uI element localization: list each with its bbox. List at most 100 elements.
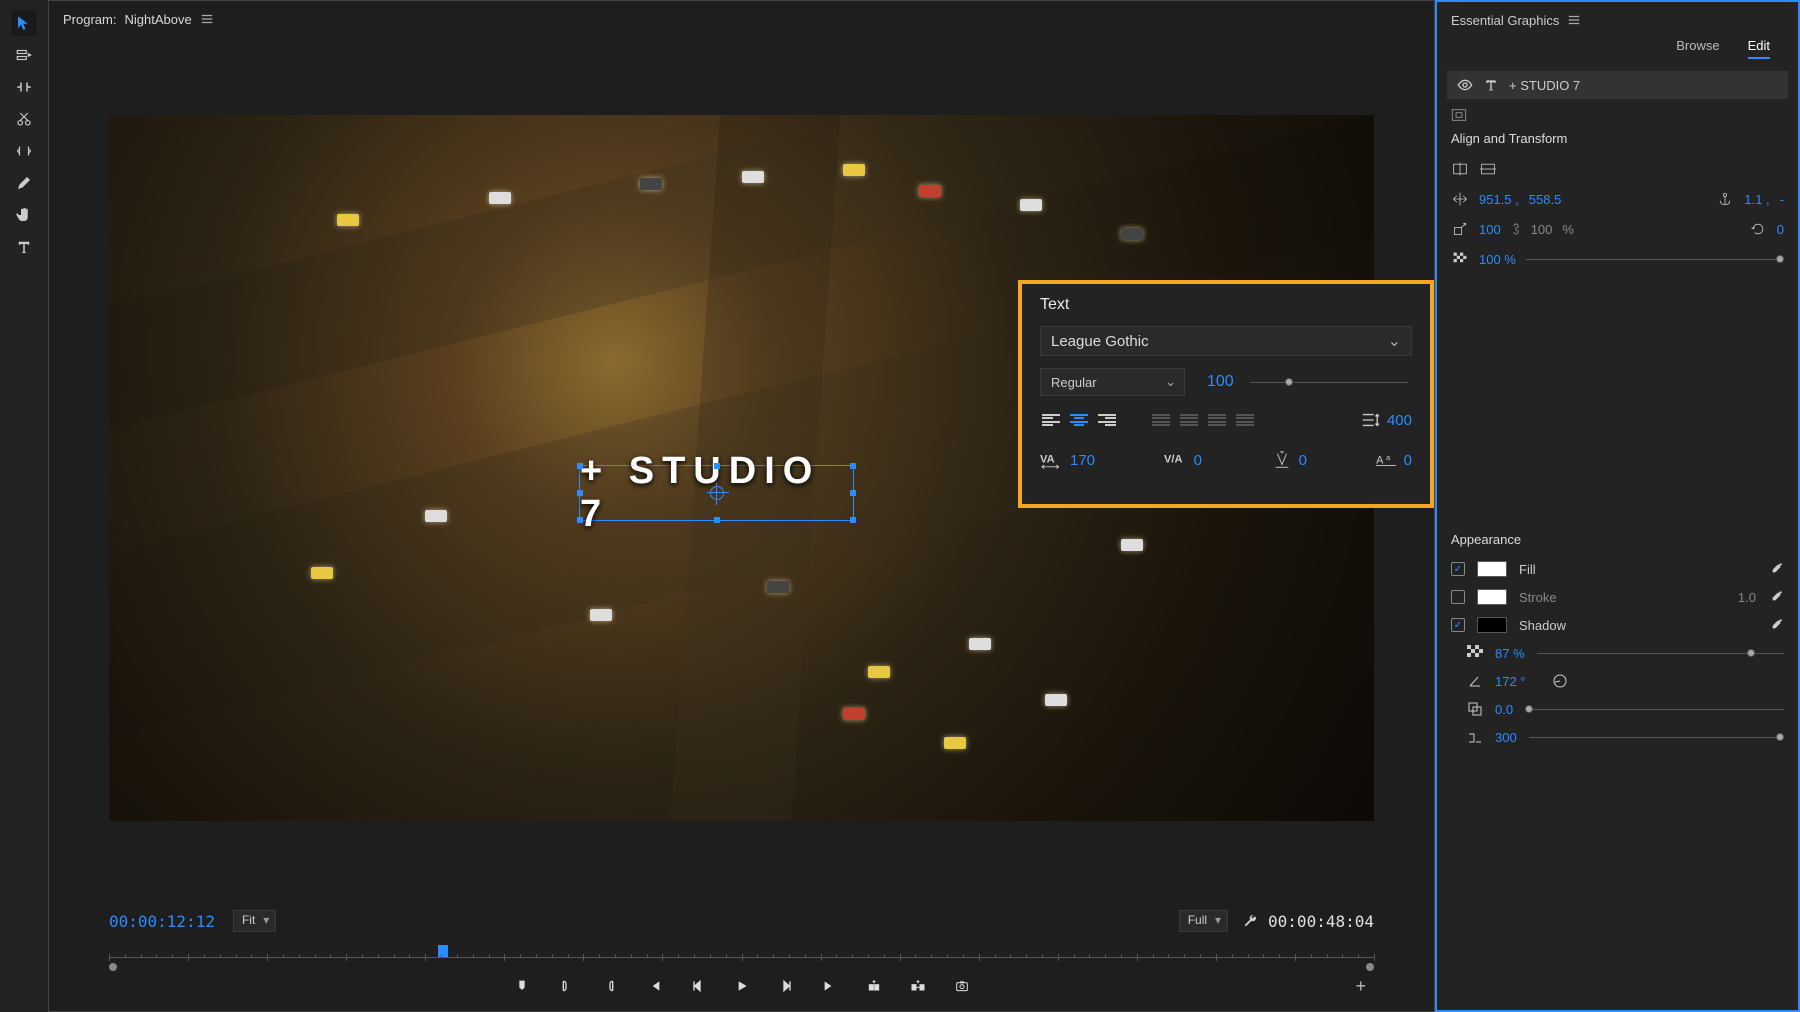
- go-to-in-button[interactable]: [645, 977, 663, 995]
- align-center-button[interactable]: [1068, 410, 1090, 430]
- align-left-button[interactable]: [1040, 410, 1062, 430]
- shadow-opacity[interactable]: 87 %: [1495, 646, 1525, 661]
- angle-dial-icon[interactable]: [1552, 673, 1568, 689]
- opacity-value[interactable]: 100 %: [1479, 252, 1516, 267]
- position-icon: [1451, 190, 1469, 208]
- eyedropper-icon[interactable]: [1768, 589, 1784, 605]
- essential-graphics-panel: Essential Graphics Browse Edit + STUDIO …: [1435, 0, 1800, 1012]
- link-icon[interactable]: [1511, 222, 1521, 236]
- add-marker-button[interactable]: [513, 977, 531, 995]
- time-ruler[interactable]: [109, 945, 1374, 967]
- rotation-value[interactable]: 0: [1777, 222, 1784, 237]
- panel-menu-icon[interactable]: [1567, 13, 1581, 27]
- position-y[interactable]: 558.5: [1529, 192, 1562, 207]
- opacity-icon: [1467, 645, 1483, 661]
- align-horiz-icon[interactable]: [1451, 160, 1469, 178]
- slip-tool[interactable]: [11, 138, 37, 164]
- valign-justify-button[interactable]: [1234, 410, 1256, 430]
- scale-x[interactable]: 100: [1479, 222, 1501, 237]
- scale-icon: [1451, 220, 1469, 238]
- baseline-icon: Aa: [1376, 450, 1398, 470]
- tracking-value[interactable]: 170: [1070, 452, 1095, 469]
- position-x[interactable]: 951.5 ,: [1479, 192, 1519, 207]
- go-to-out-button[interactable]: [821, 977, 839, 995]
- track-select-tool[interactable]: [11, 42, 37, 68]
- anchor-x[interactable]: 1.1 ,: [1744, 192, 1769, 207]
- svg-text:a: a: [1386, 453, 1391, 462]
- lift-button[interactable]: [865, 977, 883, 995]
- eyedropper-icon[interactable]: [1768, 617, 1784, 633]
- leading-value[interactable]: 400: [1387, 412, 1412, 429]
- stroke-swatch[interactable]: [1477, 589, 1507, 605]
- step-back-button[interactable]: [689, 977, 707, 995]
- shadow-distance[interactable]: 0.0: [1495, 702, 1513, 717]
- pen-tool[interactable]: [11, 170, 37, 196]
- quality-select[interactable]: Full: [1179, 910, 1228, 932]
- font-size[interactable]: 100: [1207, 373, 1234, 391]
- align-right-button[interactable]: [1096, 410, 1118, 430]
- font-family-select[interactable]: League Gothic: [1040, 326, 1412, 356]
- text-selection-bounds[interactable]: + STUDIO 7: [579, 465, 854, 521]
- button-editor-icon[interactable]: +: [1355, 976, 1366, 997]
- angle-icon: [1467, 673, 1483, 689]
- tsume-icon: [1271, 450, 1293, 470]
- eye-icon[interactable]: [1457, 77, 1473, 93]
- program-name: NightAbove: [124, 12, 191, 27]
- scale-unit: %: [1562, 222, 1574, 237]
- shadow-blur-slider[interactable]: [1529, 730, 1784, 744]
- export-frame-button[interactable]: [953, 977, 971, 995]
- anchor-y[interactable]: -: [1780, 192, 1784, 207]
- valign-top-button[interactable]: [1150, 410, 1172, 430]
- wrench-icon[interactable]: [1242, 913, 1258, 929]
- step-forward-button[interactable]: [777, 977, 795, 995]
- shadow-angle[interactable]: 172 °: [1495, 674, 1526, 689]
- shadow-swatch[interactable]: [1477, 617, 1507, 633]
- shadow-distance-slider[interactable]: [1525, 702, 1784, 716]
- type-tool[interactable]: [11, 234, 37, 260]
- zoom-select[interactable]: Fit: [233, 910, 276, 932]
- stroke-checkbox[interactable]: [1451, 590, 1465, 604]
- svg-text:A: A: [1376, 455, 1384, 467]
- current-timecode[interactable]: 00:00:12:12: [109, 912, 215, 931]
- baseline-value[interactable]: 0: [1404, 452, 1412, 469]
- selection-tool[interactable]: [11, 10, 37, 36]
- kerning-value[interactable]: 0: [1194, 452, 1202, 469]
- valign-mid-button[interactable]: [1178, 410, 1200, 430]
- mark-in-button[interactable]: [557, 977, 575, 995]
- fill-swatch[interactable]: [1477, 561, 1507, 577]
- playhead[interactable]: [438, 945, 448, 957]
- appearance-label: Appearance: [1451, 532, 1784, 547]
- mark-out-button[interactable]: [601, 977, 619, 995]
- shadow-checkbox[interactable]: ✓: [1451, 618, 1465, 632]
- eyedropper-icon[interactable]: [1768, 561, 1784, 577]
- shadow-blur[interactable]: 300: [1495, 730, 1517, 745]
- align-vert-icon[interactable]: [1479, 160, 1497, 178]
- eg-title: Essential Graphics: [1451, 13, 1559, 28]
- layer-row[interactable]: + STUDIO 7: [1447, 71, 1788, 99]
- anchor-point-icon[interactable]: [710, 486, 724, 500]
- opacity-slider[interactable]: [1526, 252, 1784, 266]
- razor-tool[interactable]: [11, 106, 37, 132]
- font-style-select[interactable]: Regular: [1040, 368, 1185, 396]
- fill-checkbox[interactable]: ✓: [1451, 562, 1465, 576]
- tab-edit[interactable]: Edit: [1748, 38, 1770, 59]
- stroke-width[interactable]: 1.0: [1738, 590, 1756, 605]
- play-button[interactable]: [733, 977, 751, 995]
- panel-menu-icon[interactable]: [200, 12, 214, 26]
- valign-bot-button[interactable]: [1206, 410, 1228, 430]
- toolbar: [0, 0, 48, 1012]
- ripple-edit-tool[interactable]: [11, 74, 37, 100]
- responsive-pin-icon[interactable]: [1451, 109, 1467, 121]
- distance-icon: [1467, 701, 1483, 717]
- extract-button[interactable]: [909, 977, 927, 995]
- layer-name: + STUDIO 7: [1509, 78, 1580, 93]
- text-layer-icon: [1483, 77, 1499, 93]
- hand-tool[interactable]: [11, 202, 37, 228]
- stroke-label: Stroke: [1519, 590, 1557, 605]
- tab-browse[interactable]: Browse: [1676, 38, 1719, 59]
- tracking-icon: VA: [1040, 450, 1064, 470]
- tsume-value[interactable]: 0: [1299, 452, 1307, 469]
- font-size-slider[interactable]: [1250, 376, 1408, 388]
- rotation-icon: [1749, 220, 1767, 238]
- shadow-opacity-slider[interactable]: [1537, 646, 1784, 660]
